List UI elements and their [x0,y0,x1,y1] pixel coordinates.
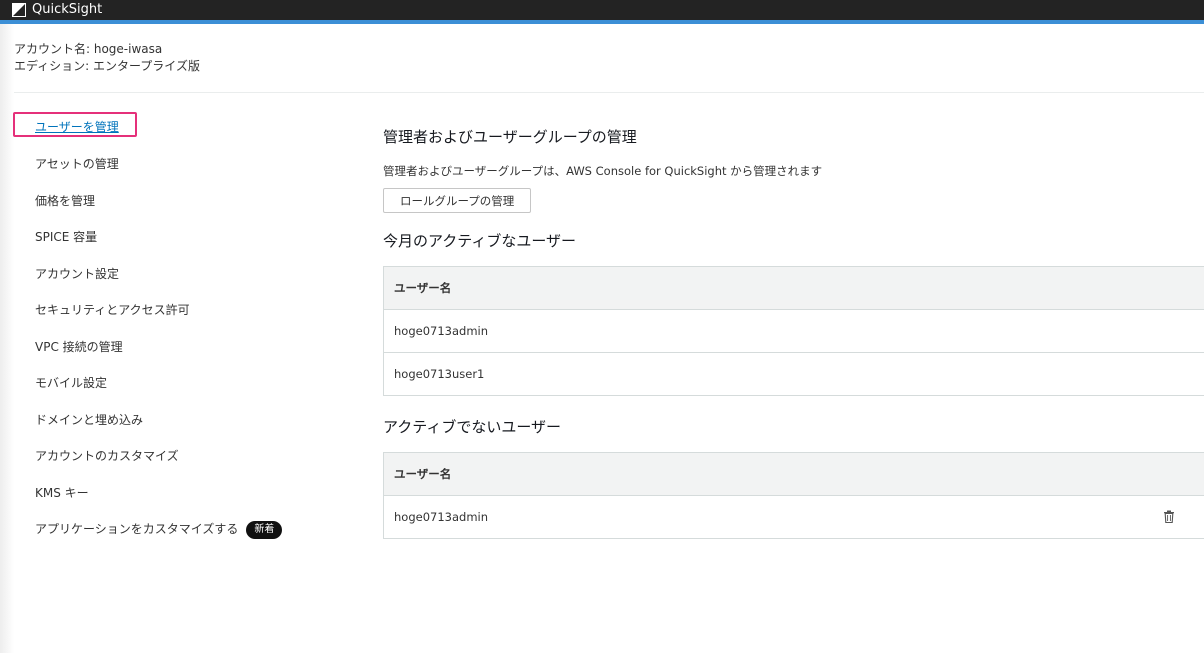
sidebar-item-manage-assets[interactable]: アセットの管理 [35,155,119,172]
table-row[interactable]: hoge0713user1 [384,353,1204,395]
user-name: hoge0713admin [394,510,488,524]
sidebar-shade [0,24,14,653]
inactive-users-table: ユーザー名 hoge0713admin [383,452,1204,539]
header-divider [14,92,1204,93]
sidebar-item-kms-keys[interactable]: KMS キー [35,484,89,501]
top-bar: QuickSight [0,0,1204,24]
sidebar-item-account-customization[interactable]: アカウントのカスタマイズ [35,447,179,464]
table-row[interactable]: hoge0713admin [384,496,1204,538]
sidebar-item-label: アプリケーションをカスタマイズする [35,522,239,536]
manage-role-groups-button[interactable]: ロールグループの管理 [383,188,532,213]
account-edition: エディション: エンタープライズ版 [14,59,200,73]
sidebar-item-domains-embedding[interactable]: ドメインと埋め込み [35,411,143,428]
sidebar-item-mobile-settings[interactable]: モバイル設定 [35,374,107,391]
sidebar-item-spice-capacity[interactable]: SPICE 容量 [35,228,97,245]
sidebar-item-security-permissions[interactable]: セキュリティとアクセス許可 [35,301,190,318]
brand[interactable]: QuickSight [12,0,102,20]
active-users-title: 今月のアクティブなユーザー [383,232,577,250]
app-name: QuickSight [32,2,103,17]
inactive-users-title: アクティブでないユーザー [383,418,562,436]
sidebar-item-manage-pricing[interactable]: 価格を管理 [35,192,95,209]
sidebar-item-manage-users[interactable]: ユーザーを管理 [35,118,119,135]
sidebar-item-vpc-connections[interactable]: VPC 接続の管理 [35,338,123,355]
sidebar-item-customize-application[interactable]: アプリケーションをカスタマイズする 新着 [35,520,283,539]
inactive-users-column-header[interactable]: ユーザー名 [384,453,1204,496]
new-badge: 新着 [246,520,283,539]
admin-section-title: 管理者およびユーザーグループの管理 [383,128,637,146]
active-users-column-header[interactable]: ユーザー名 [384,267,1204,310]
sidebar-item-account-settings[interactable]: アカウント設定 [35,265,119,282]
active-users-table: ユーザー名 hoge0713admin hoge0713user1 [383,266,1204,396]
account-info: アカウント名: hoge-iwasa エディション: エンタープライズ版 [14,41,200,75]
table-row[interactable]: hoge0713admin [384,310,1204,353]
quicksight-logo-icon [12,3,26,17]
admin-section-description: 管理者およびユーザーグループは、AWS Console for QuickSig… [383,164,823,178]
account-name: アカウント名: hoge-iwasa [14,42,163,56]
trash-icon[interactable] [1163,510,1175,523]
